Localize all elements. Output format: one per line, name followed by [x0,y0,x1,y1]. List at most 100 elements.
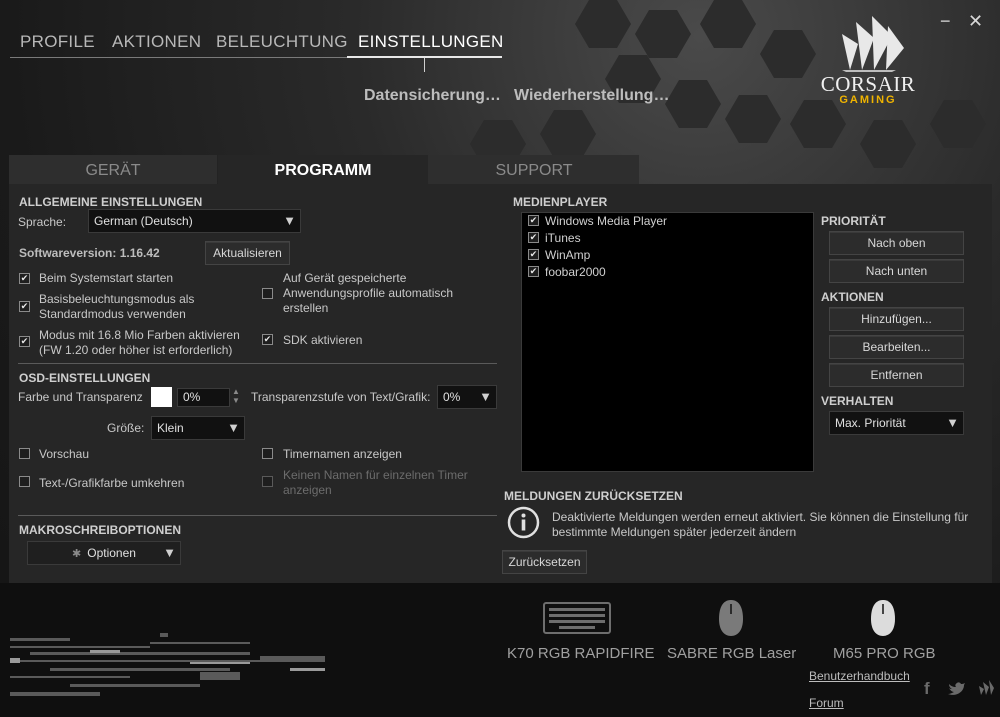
autostart-label: Beim Systemstart starten [39,271,174,285]
tab-device[interactable]: GERÄT [9,155,217,185]
behavior-title: VERHALTEN [821,394,894,408]
hex-decoration [665,80,721,128]
sdk-label: SDK aktivieren [283,333,363,347]
nav-tab-actions[interactable]: AKTIONEN [112,32,201,52]
pixel-art-decoration [10,633,325,696]
edit-button[interactable]: Bearbeiten... [829,335,964,359]
move-down-button[interactable]: Nach unten [829,259,964,283]
list-item[interactable]: ✔ WinAmp [528,248,590,262]
reset-messages-title: MELDUNGEN ZURÜCKSETZEN [504,489,683,503]
spinner-icon[interactable]: ▲ ▼ [232,387,240,405]
base-lighting-checkbox[interactable]: ✔ [19,301,30,312]
mouse-icon [871,600,895,636]
main-nav: PROFILE AKTIONEN BELEUCHTUNG EINSTELLUNG… [10,32,504,58]
corsair-icon[interactable] [977,680,995,696]
text-transparency-select[interactable]: 0% ▼ [437,385,497,409]
timer-names-label: Timernamen anzeigen [283,447,402,461]
tab-support[interactable]: SUPPORT [429,155,639,185]
color-mode-checkbox[interactable]: ✔ [19,336,30,347]
language-select[interactable]: German (Deutsch) ▼ [88,209,301,233]
no-single-names-checkbox[interactable] [262,476,273,487]
macro-options-button[interactable]: ✱ Optionen ▼ [27,541,181,565]
behavior-select[interactable]: Max. Priorität ▼ [829,411,964,435]
list-item[interactable]: ✔ Windows Media Player [528,214,667,228]
size-label: Größe: [107,421,145,435]
chevron-down-icon: ▼ [946,415,959,430]
player-name: Windows Media Player [545,214,668,228]
color-swatch[interactable] [151,387,172,407]
chevron-down-icon: ▼ [227,420,240,435]
auto-profiles-label: Auf Gerät gespeicherte Anwendungsprofile… [283,271,454,315]
timer-names-checkbox[interactable] [262,448,273,459]
device-m65[interactable]: M65 PRO RGB [833,645,936,662]
autostart-checkbox[interactable]: ✔ [19,273,30,284]
sdk-checkbox[interactable]: ✔ [262,334,273,345]
hex-decoration [790,100,846,148]
backup-link[interactable]: Datensicherung… [364,87,501,105]
chevron-down-icon: ▼ [163,545,176,560]
list-item[interactable]: ✔ iTunes [528,231,581,245]
player-name: foobar2000 [545,265,606,279]
remove-button[interactable]: Entfernen [829,363,964,387]
color-transparency-label: Farbe und Transparenz [18,390,143,404]
behavior-value: Max. Priorität [835,416,906,430]
chevron-down-icon: ▼ [283,213,296,228]
transparency-input[interactable]: 0% [177,388,230,407]
invert-label: Text-/Grafikfarbe umkehren [39,476,185,490]
player-checkbox[interactable]: ✔ [528,215,539,227]
hex-decoration [930,100,986,148]
player-checkbox[interactable]: ✔ [528,232,539,244]
preview-label: Vorschau [39,447,90,461]
hex-decoration [725,95,781,143]
transparency-value: 0% [183,390,201,404]
player-checkbox[interactable]: ✔ [528,266,539,278]
language-value: German (Deutsch) [94,214,193,228]
auto-profiles-checkbox[interactable] [262,288,273,299]
corsair-sails-icon [842,16,904,72]
reset-button[interactable]: Zurücksetzen [502,550,587,574]
logo-sub: GAMING [839,94,897,106]
base-lighting-label: Basisbeleuchtungsmodus als Standardmodus… [39,292,195,321]
forum-link[interactable]: Forum [809,696,844,710]
list-item[interactable]: ✔ foobar2000 [528,265,606,279]
minimize-button[interactable]: − [940,12,951,30]
device-k70[interactable]: K70 RGB RAPIDFIRE [507,645,655,662]
app-window: − ✕ PROFILE AKTIONEN BELEUCHTUNG EINSTEL… [0,0,1000,717]
add-button[interactable]: Hinzufügen... [829,307,964,331]
move-up-button[interactable]: Nach oben [829,231,964,255]
nav-tab-profile[interactable]: PROFILE [20,32,95,52]
actions-title: AKTIONEN [821,290,884,304]
program-tab-content: ALLGEMEINE EINSTELLUNGEN Sprache: German… [9,184,992,583]
macro-options-title: MAKROSCHREIBOPTIONEN [19,523,182,537]
hex-decoration [760,30,816,78]
corsair-logo: CORSAIR GAMING [812,14,924,106]
facebook-icon[interactable]: f [924,679,930,699]
priority-title: PRIORITÄT [821,214,886,228]
restore-link[interactable]: Wiederherstellung… [514,87,669,105]
nav-tab-lighting[interactable]: BELEUCHTUNG [216,32,348,52]
close-button[interactable]: ✕ [968,12,983,30]
macro-options-label: Optionen [87,546,136,560]
gear-icon: ✱ [72,548,82,560]
device-sabre[interactable]: SABRE RGB Laser [667,645,796,662]
player-checkbox[interactable]: ✔ [528,249,539,261]
size-select[interactable]: Klein ▼ [151,416,245,440]
text-transparency-value: 0% [443,390,461,404]
settings-panel: GERÄT PROGRAMM SUPPORT ALLGEMEINE EINSTE… [9,155,992,583]
invert-checkbox[interactable] [19,476,30,487]
text-transparency-label: Transparenzstufe von Text/Grafik: [251,390,431,404]
color-mode-label: Modus mit 16.8 Mio Farben aktivieren (FW… [39,328,240,357]
nav-tab-settings[interactable]: EINSTELLUNGEN [358,32,504,52]
media-player-list[interactable]: ✔ Windows Media Player ✔ iTunes ✔ WinAmp ✔ f… [521,212,814,472]
preview-checkbox[interactable] [19,448,30,459]
manual-link[interactable]: Benutzerhandbuch [809,669,910,683]
tab-program[interactable]: PROGRAMM [218,155,428,185]
no-single-names-label: Keinen Namen für einzelnen Timer anzeige… [283,468,468,497]
mouse-icon [719,600,743,636]
keyboard-icon [543,602,611,634]
reset-description: Deaktivierte Meldungen werden erneut akt… [552,510,969,539]
size-value: Klein [157,421,184,435]
divider [18,515,497,516]
twitter-icon[interactable] [948,681,966,695]
update-button[interactable]: Aktualisieren [205,241,290,265]
